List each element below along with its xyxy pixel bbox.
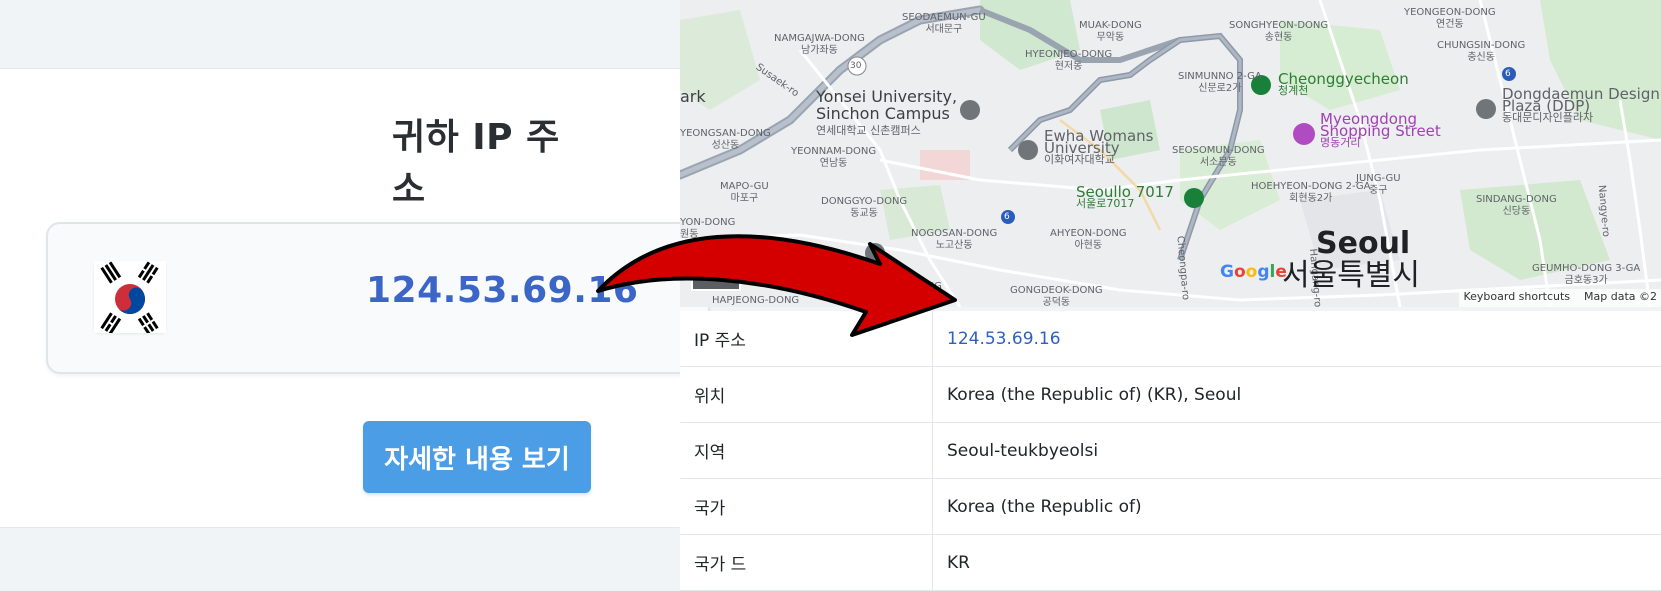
map-label-yeongeon: YEONGEON-DONG연건동: [1404, 7, 1496, 31]
page-title: 귀하 IP 주소: [392, 108, 567, 212]
map-label-chungsin: CHUNGSIN-DONG충신동: [1437, 40, 1525, 64]
map-label-gongdeok: GONGDEOK-DONG공덕동: [1010, 285, 1103, 307]
map-label-yeongsan: YEONGSAN-DONG성산동: [680, 128, 771, 152]
route-6-shield-east: 6: [1505, 68, 1511, 80]
map-label-namgajwa: NAMGAJWA-DONG남가좌동: [774, 33, 865, 57]
row-label-region: 지역: [680, 423, 933, 479]
map-poi-ddp: Dongdaemun Design Plaza (DDP)동대문디자인플라자: [1502, 88, 1661, 124]
ip-address-value: 124.53.69.16: [366, 270, 638, 311]
map-label-sinsu: SINSU-DONG신수동: [877, 281, 942, 305]
map-label-muak: MUAK-DONG무악동: [1079, 20, 1142, 44]
view-details-button[interactable]: 자세한 내용 보기: [363, 421, 591, 493]
map-label-songhyeon: SONGHYEON-DONG송현동: [1229, 20, 1328, 44]
row-label-location: 위치: [680, 367, 933, 423]
table-row: 국가 드 KR: [680, 535, 1661, 591]
table-row: IP 주소 124.53.69.16: [680, 311, 1661, 367]
map-label-yon: YON-DONG원동: [680, 217, 735, 241]
row-value-region: Seoul-teukbyeolsi: [933, 423, 1661, 479]
row-value-country: Korea (the Republic of): [933, 479, 1661, 535]
table-row: 위치 Korea (the Republic of) (KR), Seoul: [680, 367, 1661, 423]
map-label-seoul-ko: 서울특별시: [1282, 260, 1420, 292]
south-korea-flag-icon: [94, 261, 166, 333]
row-label-ip: IP 주소: [680, 311, 933, 367]
ip-info-table: IP 주소 124.53.69.16 위치 Korea (the Republi…: [680, 311, 1661, 591]
route-6-shield-west: 6: [1004, 211, 1010, 223]
keyboard-shortcuts-link[interactable]: Keyboard shortcuts: [1463, 290, 1570, 303]
map-poi-cheonggyecheon: Cheonggyecheon청계천: [1278, 73, 1409, 97]
row-value-country-code: KR: [933, 535, 1661, 591]
map-label-hyeonjeo: HYEONJEO-DONG현저동: [1025, 49, 1112, 73]
map-label-ark: ark: [680, 88, 706, 105]
map-label-seodaemun: SEODAEMUN-GU서대문구: [902, 12, 986, 36]
map-label-sindang: SINDANG-DONG신당동: [1476, 194, 1557, 218]
map-label-seoul: Seoul: [1316, 228, 1410, 260]
map-attribution: Keyboard shortcuts Map data ©2: [1459, 289, 1661, 307]
route-30-shield: 30: [850, 60, 861, 72]
row-value-location: Korea (the Republic of) (KR), Seoul: [933, 367, 1661, 423]
map-poi-myeongdong: Myeongdong Shopping Street명동거리: [1320, 113, 1470, 149]
map-label-hoehyeon: HOEHYEON-DONG 2-GA회현동2가: [1251, 181, 1371, 205]
map-label-yeonnam: YEONNAM-DONG연남동: [791, 146, 876, 170]
map-label-geumho: GEUMHO-DONG 3-GA금호동3가: [1532, 263, 1640, 287]
map-label-ahyeon: AHYEON-DONG아현동: [1050, 228, 1127, 252]
map-poi-seoullo: Seoullo 7017서울로7017: [1076, 186, 1174, 210]
map-label-nogosan: NOGOSAN-DONG노고산동: [911, 228, 997, 252]
map-data-credit[interactable]: Map data ©2: [1584, 290, 1657, 303]
row-label-country-code: 국가 드: [680, 535, 933, 591]
map-poi-yonsei: Yonsei University, Sinchon Campus연세대학교 신…: [816, 88, 976, 139]
row-value-ip[interactable]: 124.53.69.16: [933, 311, 1661, 367]
row-label-country: 국가: [680, 479, 933, 535]
map-label-mapo: MAPO-GU마포구: [720, 181, 769, 205]
table-row: 국가 Korea (the Republic of): [680, 479, 1661, 535]
map-label-seosomun: SEOSOMUN-DONG서소문동: [1172, 145, 1265, 169]
map-label-sinmunno: SINMUNNO 2-GA신문로2가: [1178, 71, 1262, 95]
google-logo: Google: [1220, 262, 1287, 282]
map-label-hapjeong: HAPJEONG-DONG: [712, 295, 799, 307]
map-view[interactable]: SEODAEMUN-GU서대문구 NAMGAJWA-DONG남가좌동 MUAK-…: [680, 0, 1661, 307]
map-label-donggyo: DONGGYO-DONG동교동: [821, 196, 907, 220]
table-row: 지역 Seoul-teukbyeolsi: [680, 423, 1661, 479]
